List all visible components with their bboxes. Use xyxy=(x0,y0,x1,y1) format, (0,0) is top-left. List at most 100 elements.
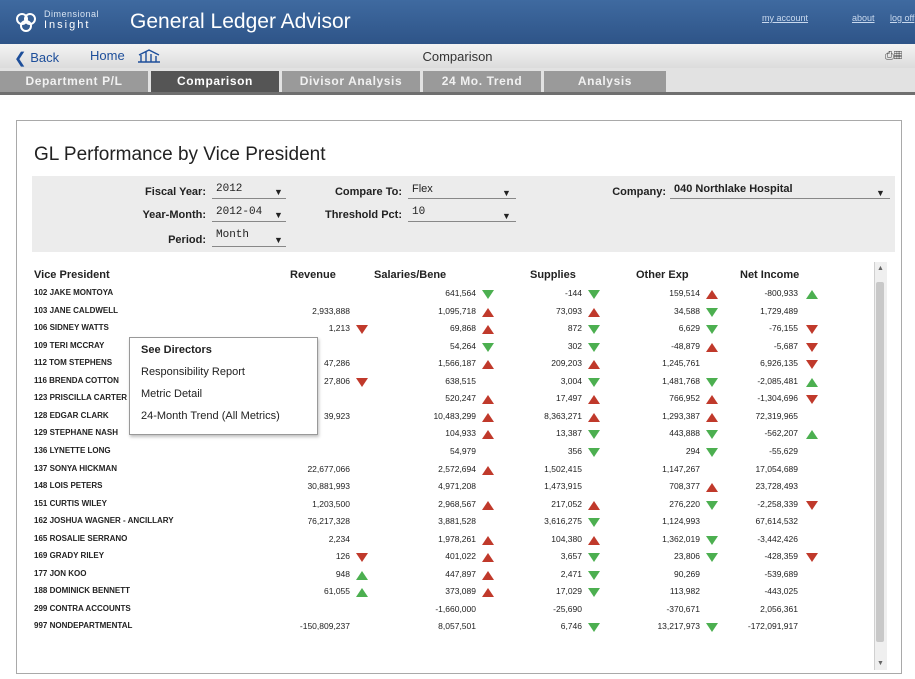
threshold-pct-label: Threshold Pct: xyxy=(324,209,402,221)
log-off-link[interactable]: log off xyxy=(890,13,915,23)
table-row[interactable]: 148 LOIS PETERS 30,881,993 4,971,208 1,473,… xyxy=(34,479,874,496)
net-income-cell: -1,304,696 xyxy=(757,393,798,404)
vice-president-cell[interactable]: 103 JANE CALDWELL xyxy=(34,306,234,315)
menu-item-responsibility-report[interactable]: Responsibility Report xyxy=(141,366,245,378)
menu-item-see-directors[interactable]: See Directors xyxy=(141,344,212,356)
vice-president-cell[interactable]: 137 SONYA HICKMAN xyxy=(34,464,234,473)
building-icon[interactable] xyxy=(137,49,161,63)
table-row[interactable]: 162 JOSHUA WAGNER - ANCILLARY 76,217,328 3… xyxy=(34,514,874,531)
col-header-salaries-bene[interactable]: Salaries/Bene xyxy=(374,269,446,281)
down-arrow-icon xyxy=(588,342,600,352)
up-arrow-icon xyxy=(806,290,818,299)
table-row[interactable]: 997 NONDEPARTMENTAL -150,809,237 8,057,501… xyxy=(34,619,874,636)
salaries-cell: 520,247 xyxy=(445,393,476,404)
other-exp-cell: 1,293,387 xyxy=(662,410,700,421)
about-link[interactable]: about xyxy=(852,13,875,23)
up-arrow-icon xyxy=(588,395,600,405)
print-icon[interactable]: ⎙▦ xyxy=(885,50,902,63)
net-income-cell: -443,025 xyxy=(764,586,798,597)
down-arrow-icon xyxy=(588,290,600,299)
up-arrow-icon xyxy=(806,430,818,440)
salaries-cell: -1,660,000 xyxy=(435,603,476,614)
table-row[interactable]: 177 JON KOO 948 447,897 2,471 90,269 -539,689 xyxy=(34,567,874,584)
chevron-down-icon: ▼ xyxy=(274,187,283,197)
other-exp-cell: 113,982 xyxy=(669,586,700,597)
supplies-cell: 3,657 xyxy=(560,551,582,562)
down-arrow-icon xyxy=(588,325,600,335)
net-income-cell: 2,056,361 xyxy=(760,603,798,614)
salaries-cell: 54,264 xyxy=(450,340,476,351)
menu-item-metric-detail[interactable]: Metric Detail xyxy=(141,388,202,400)
other-exp-cell: 1,245,761 xyxy=(662,358,700,369)
net-income-cell: 72,319,965 xyxy=(755,410,798,421)
supplies-cell: -144 xyxy=(564,288,582,298)
compare-to-select[interactable]: Flex ▼ xyxy=(408,182,516,199)
chevron-left-icon: ❮ xyxy=(14,50,27,67)
table-row[interactable]: 188 DOMINICK BENNETT 61,055 373,089 17,029 1… xyxy=(34,584,874,601)
vice-president-cell[interactable]: 106 SIDNEY WATTS xyxy=(34,323,234,332)
my-account-link[interactable]: my account xyxy=(762,13,808,23)
col-header-supplies[interactable]: Supplies xyxy=(530,269,576,281)
menu-item-24-month-trend[interactable]: 24-Month Trend (All Metrics) xyxy=(141,410,280,422)
brand-line-1: Dimensional xyxy=(44,9,100,19)
col-header-other-exp[interactable]: Other Exp xyxy=(636,269,689,281)
table-row[interactable]: 102 JAKE MONTOYA 641,564 -144 159,514 -800,9… xyxy=(34,286,874,303)
supplies-cell: 1,502,415 xyxy=(544,463,582,474)
scroll-down-icon[interactable]: ▼ xyxy=(877,660,884,667)
compare-to-label: Compare To: xyxy=(334,186,402,198)
chevron-down-icon: ▼ xyxy=(502,188,511,198)
home-button[interactable]: Home xyxy=(90,48,125,63)
threshold-pct-select[interactable]: 10 ▼ xyxy=(408,205,516,222)
vice-president-cell[interactable]: 151 CURTIS WILEY xyxy=(34,499,234,508)
year-month-select[interactable]: 2012-04 ▼ xyxy=(212,205,286,222)
down-arrow-icon xyxy=(356,377,368,387)
table-row[interactable]: 169 GRADY RILEY 126 401,022 3,657 23,806 -428… xyxy=(34,549,874,566)
vice-president-cell[interactable]: 165 ROSALIE SERRANO xyxy=(34,534,234,543)
app-header: Dimensional Insight General Ledger Advis… xyxy=(0,0,915,44)
back-button[interactable]: ❮ Back xyxy=(14,48,59,67)
other-exp-cell: 708,377 xyxy=(669,481,700,492)
tab-divisor-analysis[interactable]: Divisor Analysis xyxy=(282,71,420,92)
tab-analysis[interactable]: Analysis xyxy=(544,71,666,92)
scrollbar-thumb[interactable] xyxy=(876,282,884,642)
revenue-cell: 30,881,993 xyxy=(307,481,350,492)
threshold-pct-value: 10 xyxy=(412,206,426,218)
vice-president-cell[interactable]: 169 GRADY RILEY xyxy=(34,551,234,560)
dimensional-insight-logo-icon xyxy=(16,13,36,32)
table-row[interactable]: 299 CONTRA ACCOUNTS -1,660,000 -25,690 -370… xyxy=(34,602,874,619)
table-row[interactable]: 137 SONYA HICKMAN 22,677,066 2,572,694 1,50… xyxy=(34,462,874,479)
vice-president-cell[interactable]: 162 JOSHUA WAGNER - ANCILLARY xyxy=(34,516,234,525)
col-header-revenue[interactable]: Revenue xyxy=(290,269,336,281)
fiscal-year-select[interactable]: 2012 ▼ xyxy=(212,182,286,199)
net-income-cell: -800,933 xyxy=(764,288,798,298)
down-arrow-icon xyxy=(588,447,600,457)
scroll-up-icon[interactable]: ▲ xyxy=(877,265,884,272)
tab-department-pl[interactable]: Department P/L xyxy=(0,71,148,92)
table-row[interactable]: 103 JANE CALDWELL 2,933,888 1,095,718 73,09… xyxy=(34,304,874,321)
col-header-net-income[interactable]: Net Income xyxy=(740,269,799,281)
vice-president-cell[interactable]: 299 CONTRA ACCOUNTS xyxy=(34,604,234,613)
table-row[interactable]: 151 CURTIS WILEY 1,203,500 2,968,567 217,05… xyxy=(34,497,874,514)
company-select[interactable]: 040 Northlake Hospital ▼ xyxy=(670,182,890,199)
tab-24-mo-trend[interactable]: 24 Mo. Trend xyxy=(423,71,541,92)
tab-comparison[interactable]: Comparison xyxy=(151,71,279,92)
other-exp-cell: 159,514 xyxy=(669,288,700,298)
period-select[interactable]: Month ▼ xyxy=(212,228,286,247)
vice-president-cell[interactable]: 102 JAKE MONTOYA xyxy=(34,288,234,297)
revenue-cell: 948 xyxy=(335,568,350,579)
vice-president-cell[interactable]: 997 NONDEPARTMENTAL xyxy=(34,621,234,630)
table-row[interactable]: 165 ROSALIE SERRANO 2,234 1,978,261 104,380… xyxy=(34,532,874,549)
col-header-vice-president[interactable]: Vice President xyxy=(34,269,110,281)
net-income-cell: 17,054,689 xyxy=(755,463,798,474)
table-row[interactable]: 106 SIDNEY WATTS 1,213 69,868 872 6,629 -76,1… xyxy=(34,321,874,338)
salaries-cell: 10,483,299 xyxy=(433,410,476,421)
table-row[interactable]: 136 LYNETTE LONG 54,979 356 294 -55,629 xyxy=(34,444,874,461)
vice-president-cell[interactable]: 177 JON KOO xyxy=(34,569,234,578)
vice-president-cell[interactable]: 148 LOIS PETERS xyxy=(34,481,234,490)
page-title: GL Performance by Vice President xyxy=(34,144,326,165)
vice-president-cell[interactable]: 188 DOMINICK BENNETT xyxy=(34,586,234,595)
down-arrow-icon xyxy=(588,430,600,440)
net-income-cell: -76,155 xyxy=(769,323,798,334)
vice-president-cell[interactable]: 136 LYNETTE LONG xyxy=(34,446,234,455)
revenue-cell: 76,217,328 xyxy=(307,516,350,527)
